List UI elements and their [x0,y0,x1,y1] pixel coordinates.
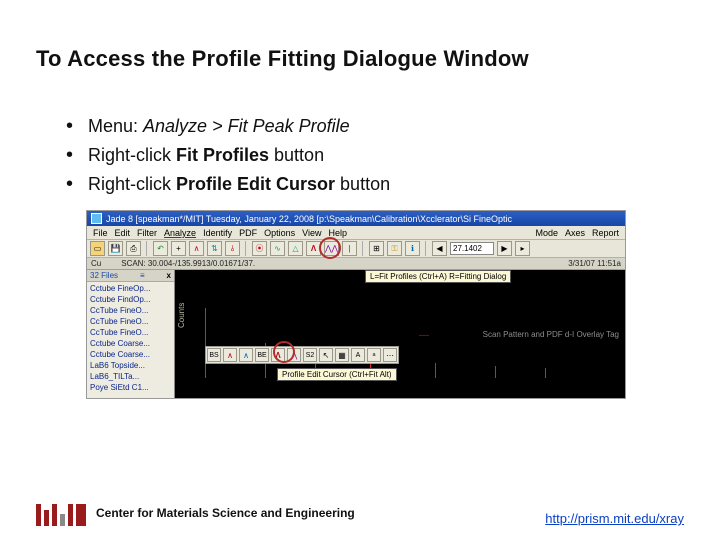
slide-title: To Access the Profile Fitting Dialogue W… [0,0,720,72]
tool-chart-icon[interactable]: ⇅ [207,241,222,256]
center-name: Center for Materials Science and Enginee… [96,506,355,520]
menu-options[interactable]: Options [264,228,295,238]
toolbar: ▭ 💾 ⎙ ↶ + ∧ ⇅ ⫰ ⦿ ∿ △ Ʌ ⋀⋀ | ⊞ ⚿ ℹ ◀ ▶ ▸ [87,240,625,258]
list-item[interactable]: Cctube FineOp... [87,283,174,294]
menu-edit[interactable]: Edit [115,228,131,238]
list-item[interactable]: Cctube Coarse... [87,349,174,360]
menu-view[interactable]: View [302,228,321,238]
ptool-ptr-icon[interactable]: ↖ [319,348,333,362]
menu-file[interactable]: File [93,228,108,238]
main-area: 32 Files ≡ x Cctube FineOp... Cctube Fin… [87,270,625,398]
tool-cursor-icon[interactable]: + [171,241,186,256]
menu-axes[interactable]: Axes [565,228,585,238]
ptool-lbl-icon[interactable]: ᵃ [367,348,381,362]
file-items: Cctube FineOp... Cctube FindOp... CcTube… [87,282,174,394]
tool-fit-icon[interactable]: ⫰ [225,241,240,256]
profile-edit-cursor-button[interactable]: Ʌ [271,348,285,362]
tool-undo-icon[interactable]: ↶ [153,241,168,256]
list-toggle-icon[interactable]: ≡ [140,271,145,280]
ptool-bs-icon[interactable]: BS [207,348,221,362]
list-item[interactable]: CcTube FineO... [87,316,174,327]
tooltip-fit-profiles: L=Fit Profiles (Ctrl+A) R=Fitting Dialog [365,270,511,283]
ptool-all-icon[interactable]: A [351,348,365,362]
close-icon[interactable]: x [167,271,171,280]
list-item[interactable]: CcTube FineO... [87,327,174,338]
tool-shape-icon[interactable]: △ [288,241,303,256]
tool-info-icon[interactable]: ℹ [405,241,420,256]
bullet-3: Right-click Profile Edit Cursor button [66,170,720,199]
separator [362,241,364,256]
y-axis-label: Counts [177,303,186,328]
toolbar-value-input[interactable] [450,242,494,255]
peak [495,366,496,378]
menu-pdf[interactable]: PDF [239,228,257,238]
prism-link[interactable]: http://prism.mit.edu/xray [545,511,684,526]
bullet-2: Right-click Fit Profiles button [66,141,720,170]
menu-filter[interactable]: Filter [137,228,157,238]
separator [146,241,148,256]
ptool-be-icon[interactable]: BE [255,348,269,362]
ptool-grid-icon[interactable]: ▦ [335,348,349,362]
peak [205,308,206,378]
list-item[interactable]: Cctube FindOp... [87,294,174,305]
list-item[interactable]: LaB6_TILTa... [87,371,174,382]
tool-smooth-icon[interactable]: ∿ [270,241,285,256]
overlay-marker: — [419,330,429,341]
menu-analyze[interactable]: Analyze [164,228,196,238]
ptool-pk2-icon[interactable]: ∧ [239,348,253,362]
tool-bg-icon[interactable]: ⦿ [252,241,267,256]
file-list[interactable]: 32 Files ≡ x Cctube FineOp... Cctube Fin… [87,270,175,398]
tool-right-icon[interactable]: ▶ [497,241,512,256]
menu-identify[interactable]: Identify [203,228,232,238]
element-label: Cu [91,259,101,268]
tool-go-icon[interactable]: ▸ [515,241,530,256]
list-item[interactable]: CcTube FineO... [87,305,174,316]
mit-logo [36,500,86,526]
infobar: Cu SCAN: 30.004-/135.9913/0.01671/37. 3/… [87,258,625,270]
tool-fit-profiles-button[interactable]: Ʌ [306,241,321,256]
menubar[interactable]: File Edit Filter Analyze Identify PDF Op… [87,226,625,240]
list-item[interactable]: LaB6 Topside... [87,360,174,371]
scan-info: SCAN: 30.004-/135.9913/0.01671/37. [121,259,568,268]
plot-area[interactable]: Counts L=Fit Profiles (Ctrl+A) R=Fitting… [175,270,625,398]
peak [435,363,436,378]
bullet-1: Menu: Analyze > Fit Peak Profile [66,112,720,141]
separator [425,241,427,256]
tool-zoom-icon[interactable]: ⊞ [369,241,384,256]
tool-save-icon[interactable]: 💾 [108,241,123,256]
overlay-tag-label: Scan Pattern and PDF d-I Overlay Tag [483,330,619,339]
file-list-header: 32 Files ≡ x [87,270,174,282]
app-icon [91,213,102,224]
list-item[interactable]: Poye SiEtd C1... [87,382,174,393]
list-item[interactable]: Cctube Coarse... [87,338,174,349]
file-count: 32 Files [90,271,118,280]
bullet-list: Menu: Analyze > Fit Peak Profile Right-c… [0,72,720,198]
plot-toolbar: BS ∧ ∧ BE Ʌ ⋀ S2 ↖ ▦ A ᵃ ⋯ [205,346,399,364]
ptool-s2-icon[interactable]: S2 [303,348,317,362]
menu-mode[interactable]: Mode [535,228,558,238]
mit-branding: Center for Materials Science and Enginee… [36,500,355,526]
tool-open-icon[interactable]: ▭ [90,241,105,256]
tooltip-profile-edit: Profile Edit Cursor (Ctrl+Fit Alt) [277,368,397,381]
peak [545,368,546,378]
scan-date: 3/31/07 11:51a [568,259,621,268]
app-screenshot: Jade 8 [speakman*/MIT] Tuesday, January … [86,210,626,399]
menu-help[interactable]: Help [328,228,347,238]
ptool-el-icon[interactable]: ⋯ [383,348,397,362]
tool-peak-icon[interactable]: ∧ [189,241,204,256]
separator [245,241,247,256]
window-titlebar: Jade 8 [speakman*/MIT] Tuesday, January … [87,211,625,226]
tool-wave-icon[interactable]: ⋀⋀ [324,241,339,256]
menu-report[interactable]: Report [592,228,619,238]
window-title: Jade 8 [speakman*/MIT] Tuesday, January … [106,214,512,224]
ptool-pk-icon[interactable]: ∧ [223,348,237,362]
tool-print-icon[interactable]: ⎙ [126,241,141,256]
slide-footer: Center for Materials Science and Enginee… [0,500,720,526]
ptool-ov-icon[interactable]: ⋀ [287,348,301,362]
tool-key-icon[interactable]: ⚿ [387,241,402,256]
tool-left-icon[interactable]: ◀ [432,241,447,256]
tool-tick-icon[interactable]: | [342,241,357,256]
